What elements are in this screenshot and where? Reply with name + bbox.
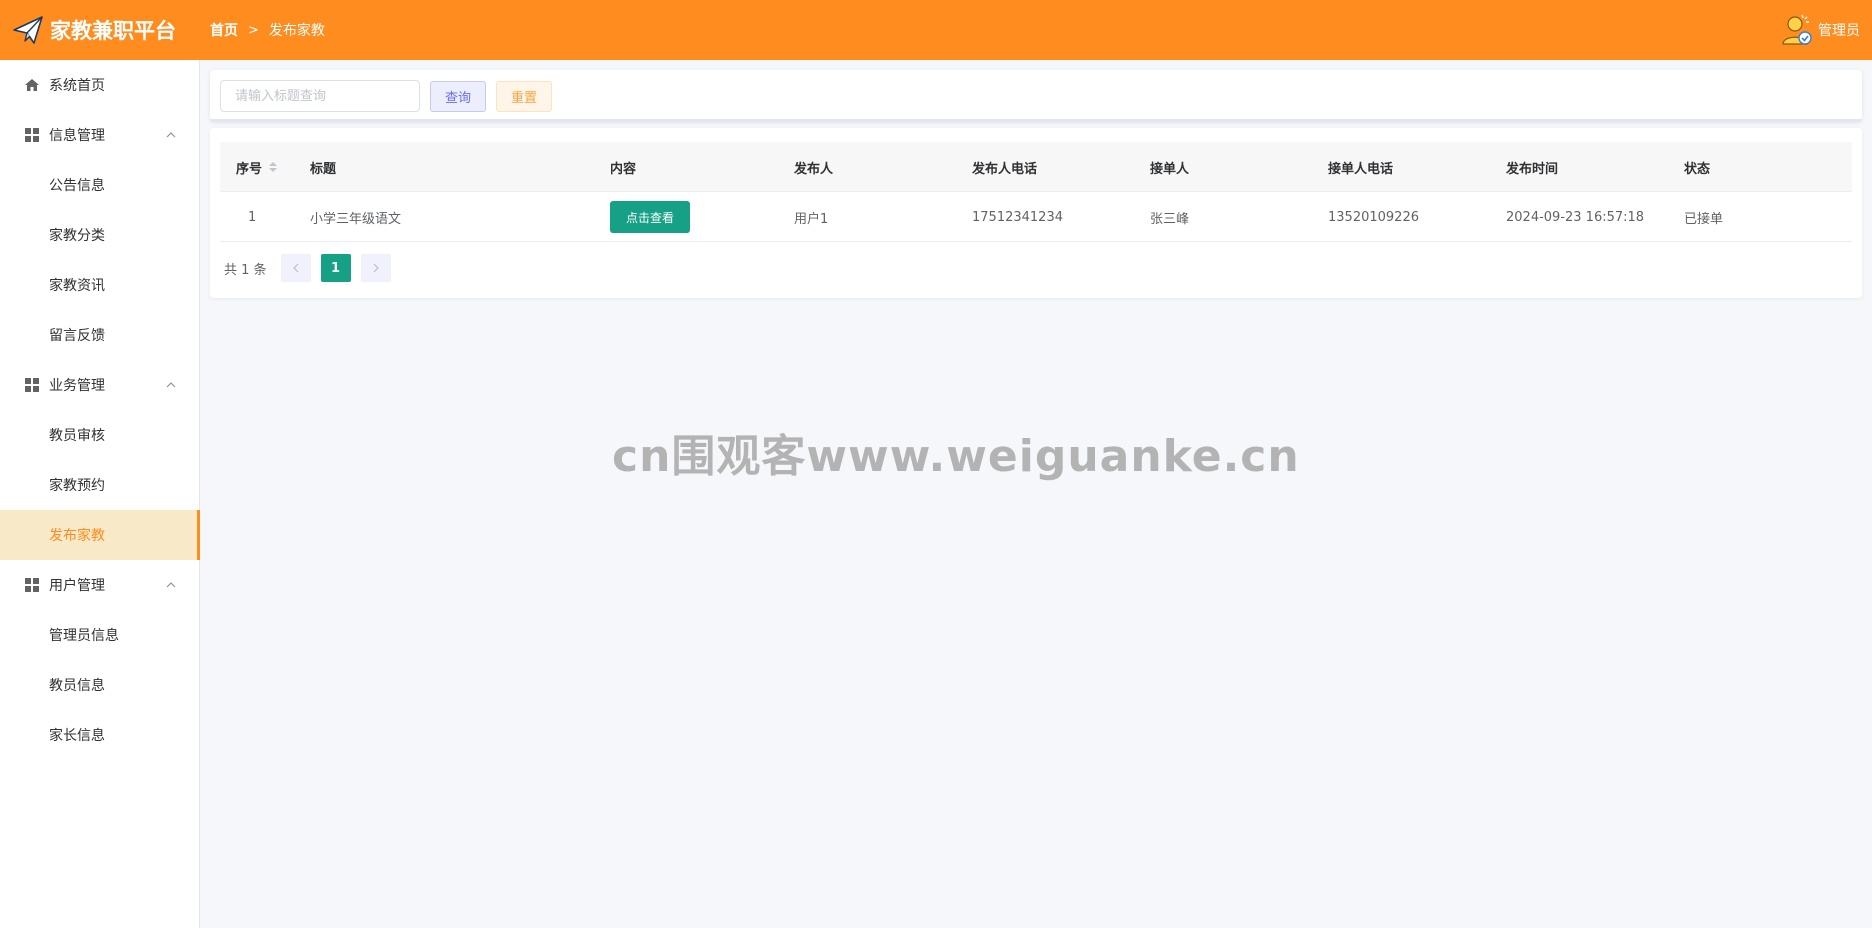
sidebar-item-label: 家教分类 (49, 228, 105, 244)
user-menu[interactable]: 管理员 (1780, 0, 1860, 60)
table-row: 1 小学三年级语文 点击查看 用户1 17512341234 张三峰 13520… (220, 192, 1852, 242)
table-header: 序号 标题 内容 发布人 发布人电话 接单人 接单人电话 发布时间 状态 (220, 142, 1852, 192)
sidebar-group-users[interactable]: 用户管理 (0, 560, 199, 610)
page-number-button[interactable]: 1 (320, 254, 351, 282)
sidebar-item-label: 教员审核 (49, 428, 105, 444)
chevron-left-icon (292, 263, 299, 273)
sort-icon[interactable] (268, 160, 278, 174)
grid-icon (25, 128, 39, 142)
sidebar: 系统首页 信息管理 公告信息 家教分类 家教资讯 留言反馈 业务管理 教员审核 … (0, 60, 200, 928)
cell-title: 小学三年级语文 (310, 211, 402, 227)
sidebar-item-feedback[interactable]: 留言反馈 (0, 310, 199, 360)
column-header-index[interactable]: 序号 (236, 142, 278, 192)
chevron-up-icon (166, 132, 176, 138)
column-header-taker: 接单人 (1150, 161, 1190, 177)
sidebar-item-label: 公告信息 (49, 178, 105, 194)
cell-publish-time: 2024-09-23 16:57:18 (1506, 209, 1645, 225)
sidebar-item-label: 家教资讯 (49, 278, 105, 294)
pagination-total: 共 1 条 (224, 262, 267, 278)
sidebar-item-tutor-review[interactable]: 教员审核 (0, 410, 199, 460)
cell-index: 1 (248, 209, 257, 225)
cell-publisher-phone: 17512341234 (972, 209, 1063, 225)
sidebar-item-label: 家长信息 (49, 728, 105, 744)
sidebar-group-business[interactable]: 业务管理 (0, 360, 199, 410)
cell-content: 点击查看 (610, 192, 690, 242)
cell-taker-phone: 13520109226 (1328, 209, 1419, 225)
column-header-publisher: 发布人 (794, 161, 834, 177)
cell-publisher: 用户1 (794, 211, 829, 227)
breadcrumb-current: 发布家教 (268, 23, 325, 39)
user-avatar-icon (1782, 14, 1812, 45)
sidebar-item-notice[interactable]: 公告信息 (0, 160, 199, 210)
query-button[interactable]: 查询 (430, 81, 486, 112)
sidebar-group-info[interactable]: 信息管理 (0, 110, 199, 160)
sidebar-item-label: 教员信息 (49, 678, 105, 694)
cell-status: 已接单 (1684, 211, 1724, 227)
sidebar-item-admin-info[interactable]: 管理员信息 (0, 610, 199, 660)
home-icon (25, 79, 39, 91)
sidebar-item-label: 家教预约 (49, 478, 105, 494)
cell-taker: 张三峰 (1150, 211, 1190, 227)
column-header-publisher-phone: 发布人电话 (972, 161, 1038, 177)
sidebar-item-parent-info[interactable]: 家长信息 (0, 710, 199, 760)
chevron-right-icon: > (248, 22, 259, 38)
prev-page-button[interactable] (280, 254, 311, 282)
column-header-content: 内容 (610, 161, 637, 177)
column-header-status: 状态 (1684, 161, 1711, 177)
sidebar-item-publish[interactable]: 发布家教 (0, 510, 200, 560)
chevron-up-icon (166, 382, 176, 388)
grid-icon (25, 378, 39, 392)
sidebar-item-label: 业务管理 (49, 378, 105, 394)
pagination: 共 1 条 1 (224, 254, 401, 282)
sidebar-item-label: 用户管理 (49, 578, 105, 594)
brand-title: 家教兼职平台 (50, 19, 176, 43)
next-page-button[interactable] (360, 254, 391, 282)
watermark: cn围观客www.weiguanke.cn (612, 431, 1300, 482)
column-header-taker-phone: 接单人电话 (1328, 161, 1394, 177)
brand[interactable]: 家教兼职平台 (0, 14, 200, 46)
data-table-card: 序号 标题 内容 发布人 发布人电话 接单人 接单人电话 发布时间 状态 1 小… (210, 128, 1862, 298)
chevron-up-icon (166, 582, 176, 588)
sidebar-item-booking[interactable]: 家教预约 (0, 460, 199, 510)
sidebar-item-category[interactable]: 家教分类 (0, 210, 199, 260)
column-header-title: 标题 (310, 161, 337, 177)
breadcrumb-home[interactable]: 首页 (210, 20, 238, 40)
paper-plane-icon (13, 16, 43, 44)
search-bar: 查询 重置 (210, 70, 1862, 122)
sidebar-item-label: 系统首页 (49, 78, 105, 94)
chevron-right-icon (373, 263, 379, 273)
grid-icon (25, 578, 39, 592)
reset-button[interactable]: 重置 (496, 81, 552, 112)
sidebar-item-news[interactable]: 家教资讯 (0, 260, 199, 310)
sidebar-item-tutor-info[interactable]: 教员信息 (0, 660, 199, 710)
sidebar-item-label: 管理员信息 (49, 628, 119, 644)
view-content-button[interactable]: 点击查看 (610, 201, 690, 233)
sidebar-item-label: 信息管理 (49, 128, 105, 144)
sidebar-item-home[interactable]: 系统首页 (0, 60, 199, 110)
sidebar-item-label: 发布家教 (49, 528, 105, 544)
user-name: 管理员 (1818, 23, 1860, 39)
title-search-input[interactable] (220, 80, 420, 112)
sidebar-item-label: 留言反馈 (49, 328, 105, 344)
top-header: 家教兼职平台 首页 > 发布家教 管理员 (0, 0, 1872, 60)
breadcrumb: 首页 > 发布家教 (210, 20, 325, 40)
column-header-publish-time: 发布时间 (1506, 161, 1559, 177)
